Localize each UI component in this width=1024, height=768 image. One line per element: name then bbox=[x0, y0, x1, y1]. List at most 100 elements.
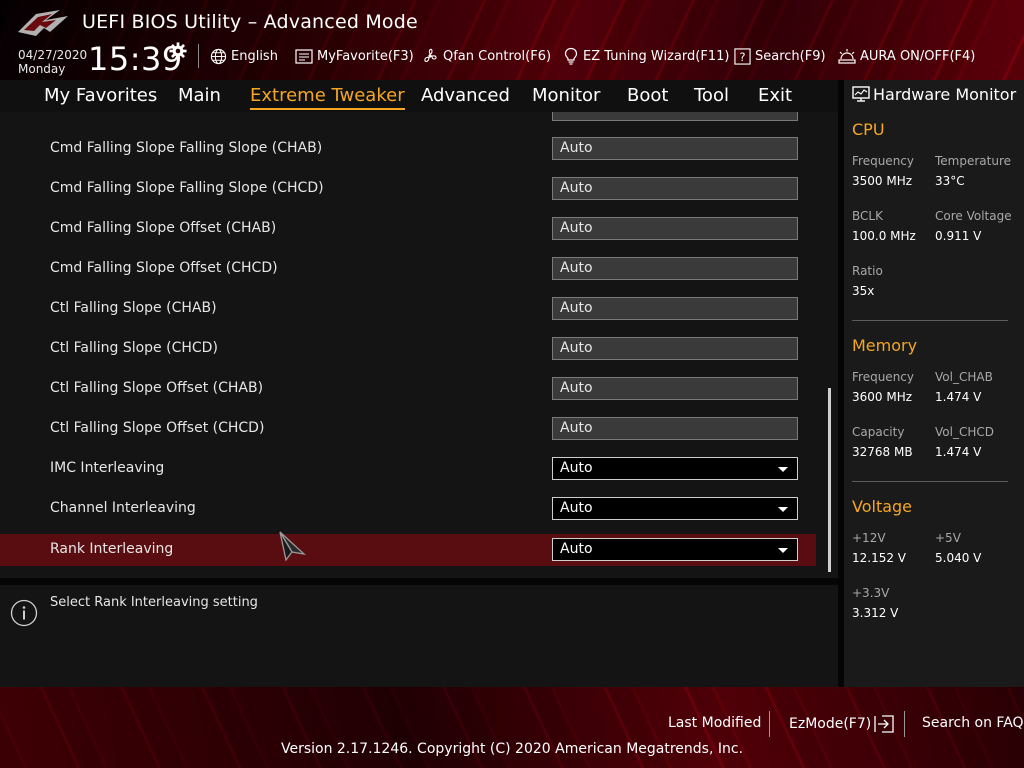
settings-scrollbar[interactable] bbox=[828, 388, 831, 572]
setting-row-ctl-falling-slope-chcd[interactable]: Ctl Falling Slope (CHCD) Auto bbox=[0, 333, 816, 365]
setting-value-field[interactable]: Auto bbox=[552, 217, 798, 240]
setting-row-cmd-falling-slope-falling-slope-chab[interactable]: Cmd Falling Slope Falling Slope (CHAB) A… bbox=[0, 133, 816, 165]
ezmode-button[interactable]: EzMode(F7) bbox=[789, 715, 895, 733]
memory-heading: Memory bbox=[852, 336, 918, 355]
setting-row-cmd-falling-slope-offset-chab[interactable]: Cmd Falling Slope Offset (CHAB) Auto bbox=[0, 213, 816, 245]
setting-row-channel-interleaving[interactable]: Channel Interleaving Auto bbox=[0, 493, 816, 525]
qfan-control-button[interactable]: Qfan Control(F6) bbox=[421, 45, 551, 67]
help-divider bbox=[0, 578, 838, 585]
ezmode-label: EzMode(F7) bbox=[789, 716, 872, 732]
setting-value-field[interactable]: Auto bbox=[552, 297, 798, 320]
setting-value-field[interactable]: Auto bbox=[552, 257, 798, 280]
setting-dropdown[interactable]: Auto bbox=[552, 497, 798, 520]
gear-icon[interactable] bbox=[169, 42, 187, 60]
chevron-down-icon bbox=[778, 548, 788, 553]
tab-main[interactable]: Main bbox=[178, 85, 221, 106]
setting-value-field[interactable]: Auto bbox=[552, 137, 798, 160]
setting-row-ctl-falling-slope-offset-chab[interactable]: Ctl Falling Slope Offset (CHAB) Auto bbox=[0, 373, 816, 405]
search-label: Search(F9) bbox=[755, 48, 826, 64]
monitor-icon bbox=[852, 86, 870, 102]
vol-chab-label: Vol_CHAB bbox=[935, 370, 993, 384]
setting-row-cmd-falling-slope-offset-chcd[interactable]: Cmd Falling Slope Offset (CHCD) Auto bbox=[0, 253, 816, 285]
core-voltage-value: 0.911 V bbox=[935, 229, 982, 243]
setting-dropdown[interactable]: Auto bbox=[552, 457, 798, 480]
info-icon bbox=[10, 599, 38, 627]
aura-icon bbox=[838, 48, 856, 64]
lightbulb-icon bbox=[564, 47, 578, 65]
myfavorite-button[interactable]: MyFavorite(F3) bbox=[295, 45, 414, 67]
header-divider bbox=[198, 44, 199, 68]
help-text: Select Rank Interleaving setting bbox=[50, 595, 258, 610]
search-button[interactable]: ? Search(F9) bbox=[734, 45, 826, 67]
mouse-pointer-icon bbox=[279, 531, 306, 562]
app-title: UEFI BIOS Utility – Advanced Mode bbox=[82, 11, 418, 33]
setting-row-rank-interleaving[interactable]: Rank Interleaving Auto bbox=[0, 534, 816, 566]
ez-tuning-wizard-button[interactable]: EZ Tuning Wizard(F11) bbox=[563, 45, 729, 67]
day-text: Monday bbox=[18, 62, 66, 76]
ez-tuning-wizard-label: EZ Tuning Wizard(F11) bbox=[583, 48, 730, 64]
setting-value-field[interactable]: Auto bbox=[552, 417, 798, 440]
ratio-value: 35x bbox=[852, 284, 875, 298]
setting-value-field[interactable]: Auto bbox=[552, 377, 798, 400]
fan-icon bbox=[424, 48, 437, 63]
voltage-heading: Voltage bbox=[852, 497, 913, 516]
rog-logo-icon bbox=[18, 10, 68, 36]
language-button[interactable]: English bbox=[210, 45, 278, 67]
dropdown-value: Auto bbox=[560, 500, 593, 516]
exit-arrow-icon bbox=[874, 715, 894, 733]
setting-row-ctl-falling-slope-chab[interactable]: Ctl Falling Slope (CHAB) Auto bbox=[0, 293, 816, 325]
tab-monitor[interactable]: Monitor bbox=[532, 85, 600, 106]
dropdown-value: Auto bbox=[560, 460, 593, 476]
setting-row-cmd-falling-slope-falling-slope-chcd[interactable]: Cmd Falling Slope Falling Slope (CHCD) A… bbox=[0, 173, 816, 205]
favorite-list-icon bbox=[295, 48, 313, 64]
globe-icon bbox=[210, 48, 227, 64]
search-on-faq-button[interactable]: Search on FAQ bbox=[922, 715, 1024, 731]
v12-value: 12.152 V bbox=[852, 551, 907, 565]
dropdown-value: Auto bbox=[560, 541, 593, 557]
tab-advanced[interactable]: Advanced bbox=[421, 85, 510, 106]
setting-label: Rank Interleaving bbox=[50, 541, 174, 557]
cpu-frequency-value: 3500 MHz bbox=[852, 174, 913, 188]
core-voltage-label: Core Voltage bbox=[935, 209, 1012, 223]
v5-label: +5V bbox=[935, 531, 961, 545]
setting-label: Cmd Falling Slope Falling Slope (CHCD) bbox=[50, 180, 324, 196]
tab-boot[interactable]: Boot bbox=[627, 85, 668, 106]
tab-exit[interactable]: Exit bbox=[758, 85, 792, 106]
search-help-icon: ? bbox=[734, 47, 751, 65]
bclk-label: BCLK bbox=[852, 209, 883, 223]
tab-my-favorites[interactable]: My Favorites bbox=[44, 85, 157, 106]
previous-row-field-partial bbox=[552, 112, 798, 121]
aura-label: AURA ON/OFF(F4) bbox=[860, 48, 976, 64]
version-text: Version 2.17.1246. Copyright (C) 2020 Am… bbox=[280, 741, 744, 757]
setting-label: Ctl Falling Slope Offset (CHAB) bbox=[50, 380, 264, 396]
language-label: English bbox=[231, 48, 278, 64]
vol-chab-value: 1.474 V bbox=[935, 390, 982, 404]
setting-label: Ctl Falling Slope (CHCD) bbox=[50, 340, 218, 356]
bclk-value: 100.0 MHz bbox=[852, 229, 916, 243]
hardware-monitor-title: Hardware Monitor bbox=[873, 85, 1017, 104]
tab-extreme-tweaker[interactable]: Extreme Tweaker bbox=[250, 85, 405, 110]
cpu-temperature-value: 33°C bbox=[935, 174, 965, 188]
setting-label: IMC Interleaving bbox=[50, 460, 165, 476]
chevron-down-icon bbox=[778, 467, 788, 472]
setting-row-ctl-falling-slope-offset-chcd[interactable]: Ctl Falling Slope Offset (CHCD) Auto bbox=[0, 413, 816, 445]
setting-row-imc-interleaving[interactable]: IMC Interleaving Auto bbox=[0, 453, 816, 485]
setting-dropdown[interactable]: Auto bbox=[552, 538, 798, 561]
capacity-label: Capacity bbox=[852, 425, 905, 439]
main-nav: My Favorites Main Extreme Tweaker Advanc… bbox=[0, 80, 838, 113]
qfan-control-label: Qfan Control(F6) bbox=[443, 48, 552, 64]
settings-list: Cmd Falling Slope Falling Slope (CHAB) A… bbox=[0, 112, 838, 578]
memory-frequency-label: Frequency bbox=[852, 370, 914, 384]
cpu-temperature-label: Temperature bbox=[935, 154, 1012, 168]
aura-toggle-button[interactable]: AURA ON/OFF(F4) bbox=[838, 45, 975, 67]
memory-frequency-value: 3600 MHz bbox=[852, 390, 913, 404]
svg-text:?: ? bbox=[739, 49, 745, 63]
cpu-heading: CPU bbox=[852, 120, 885, 139]
setting-label: Cmd Falling Slope Offset (CHCD) bbox=[50, 260, 278, 276]
v33-value: 3.312 V bbox=[852, 606, 899, 620]
setting-value-field[interactable]: Auto bbox=[552, 337, 798, 360]
last-modified-button[interactable]: Last Modified bbox=[668, 715, 761, 731]
tab-tool[interactable]: Tool bbox=[694, 85, 729, 106]
setting-value-field[interactable]: Auto bbox=[552, 177, 798, 200]
v5-value: 5.040 V bbox=[935, 551, 982, 565]
